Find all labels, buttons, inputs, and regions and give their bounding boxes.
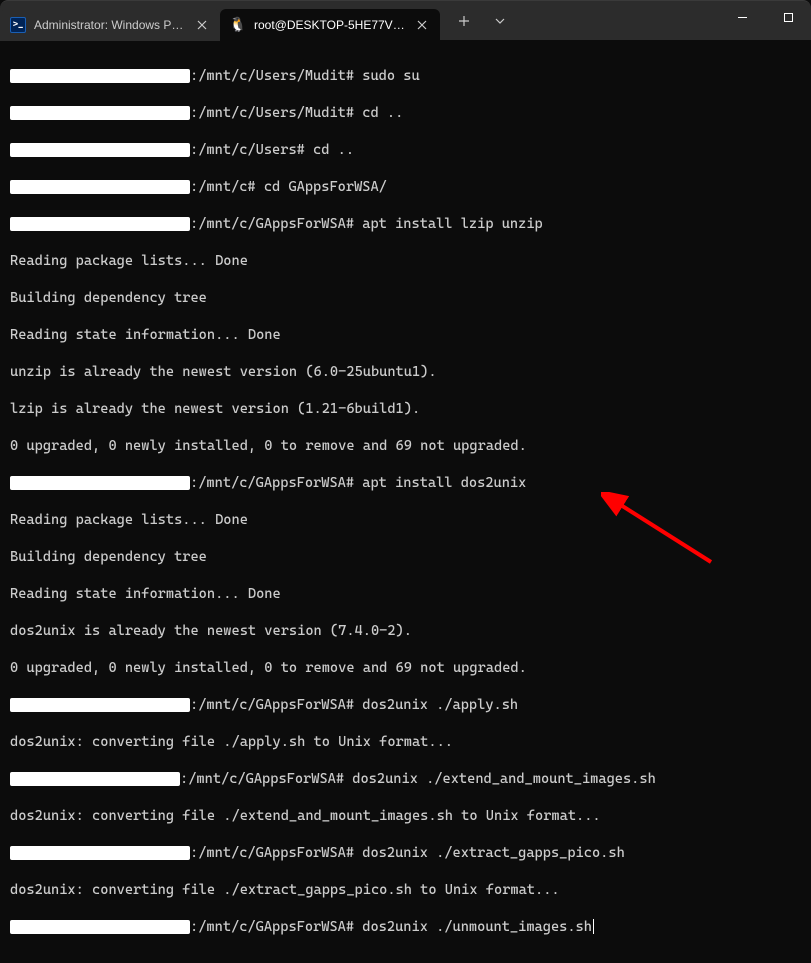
tab-wsl[interactable]: 🐧 root@DESKTOP-5HE77VO: /mn [220, 9, 440, 41]
redacted-host [10, 143, 190, 157]
tux-icon: 🐧 [230, 17, 246, 33]
prompt-path: :/mnt/c/Users/Mudit# [190, 105, 362, 121]
output-line: 0 upgraded, 0 newly installed, 0 to remo… [10, 659, 801, 678]
output-line: Reading state information... Done [10, 585, 801, 604]
titlebar: >_ Administrator: Windows PowerS 🐧 root@… [0, 0, 811, 40]
command: dos2unix ./extract_gapps_pico.sh [362, 845, 625, 861]
output-line: dos2unix is already the newest version (… [10, 622, 801, 641]
tabs-container: >_ Administrator: Windows PowerS 🐧 root@… [0, 1, 516, 40]
powershell-icon: >_ [10, 17, 26, 33]
redacted-host [10, 217, 190, 231]
command: dos2unix ./unmount_images.sh [362, 919, 592, 935]
prompt-path: :/mnt/c/GAppsForWSA# [180, 771, 352, 787]
output-line: unzip is already the newest version (6.0… [10, 363, 801, 382]
prompt-path: :/mnt/c/GAppsForWSA# [190, 919, 362, 935]
tab-dropdown-button[interactable] [484, 5, 516, 37]
output-line: lzip is already the newest version (1.21… [10, 400, 801, 419]
command: cd .. [362, 105, 403, 121]
redacted-host [10, 846, 190, 860]
tab-title: Administrator: Windows PowerS [34, 18, 188, 32]
redacted-host [10, 772, 180, 786]
prompt-path: :/mnt/c/GAppsForWSA# [190, 697, 362, 713]
terminal-output[interactable]: :/mnt/c/Users/Mudit# sudo su :/mnt/c/Use… [0, 40, 811, 963]
tab-actions [440, 5, 516, 37]
output-line: Reading state information... Done [10, 326, 801, 345]
output-line: 0 upgraded, 0 newly installed, 0 to remo… [10, 437, 801, 456]
output-line: dos2unix: converting file ./apply.sh to … [10, 733, 801, 752]
prompt-path: :/mnt/c# [190, 179, 264, 195]
redacted-host [10, 180, 190, 194]
command: apt install lzip unzip [362, 216, 542, 232]
command: cd .. [313, 142, 354, 158]
command: dos2unix ./extend_and_mount_images.sh [352, 771, 656, 787]
tab-powershell[interactable]: >_ Administrator: Windows PowerS [0, 9, 220, 41]
command: cd GAppsForWSA/ [264, 179, 387, 195]
output-line: dos2unix: converting file ./extend_and_m… [10, 807, 801, 826]
prompt-path: :/mnt/c/GAppsForWSA# [190, 216, 362, 232]
redacted-host [10, 698, 190, 712]
command: apt install dos2unix [362, 475, 526, 491]
close-icon[interactable] [194, 17, 210, 33]
close-icon[interactable] [414, 17, 430, 33]
redacted-host [10, 69, 190, 83]
prompt-path: :/mnt/c/GAppsForWSA# [190, 475, 362, 491]
output-line: Building dependency tree [10, 289, 801, 308]
command: dos2unix ./apply.sh [362, 697, 518, 713]
minimize-button[interactable] [719, 1, 765, 33]
new-tab-button[interactable] [448, 5, 480, 37]
output-line: Building dependency tree [10, 548, 801, 567]
maximize-button[interactable] [765, 1, 811, 33]
prompt-path: :/mnt/c/Users# [190, 142, 313, 158]
output-line: Reading package lists... Done [10, 511, 801, 530]
redacted-host [10, 476, 190, 490]
redacted-host [10, 106, 190, 120]
prompt-path: :/mnt/c/GAppsForWSA# [190, 845, 362, 861]
cursor [593, 919, 594, 934]
window-controls [719, 1, 811, 40]
command: sudo su [362, 68, 419, 84]
prompt-path: :/mnt/c/Users/Mudit# [190, 68, 362, 84]
redacted-host [10, 920, 190, 934]
tab-title: root@DESKTOP-5HE77VO: /mn [254, 18, 408, 32]
output-line: dos2unix: converting file ./extract_gapp… [10, 881, 801, 900]
output-line: Reading package lists... Done [10, 252, 801, 271]
